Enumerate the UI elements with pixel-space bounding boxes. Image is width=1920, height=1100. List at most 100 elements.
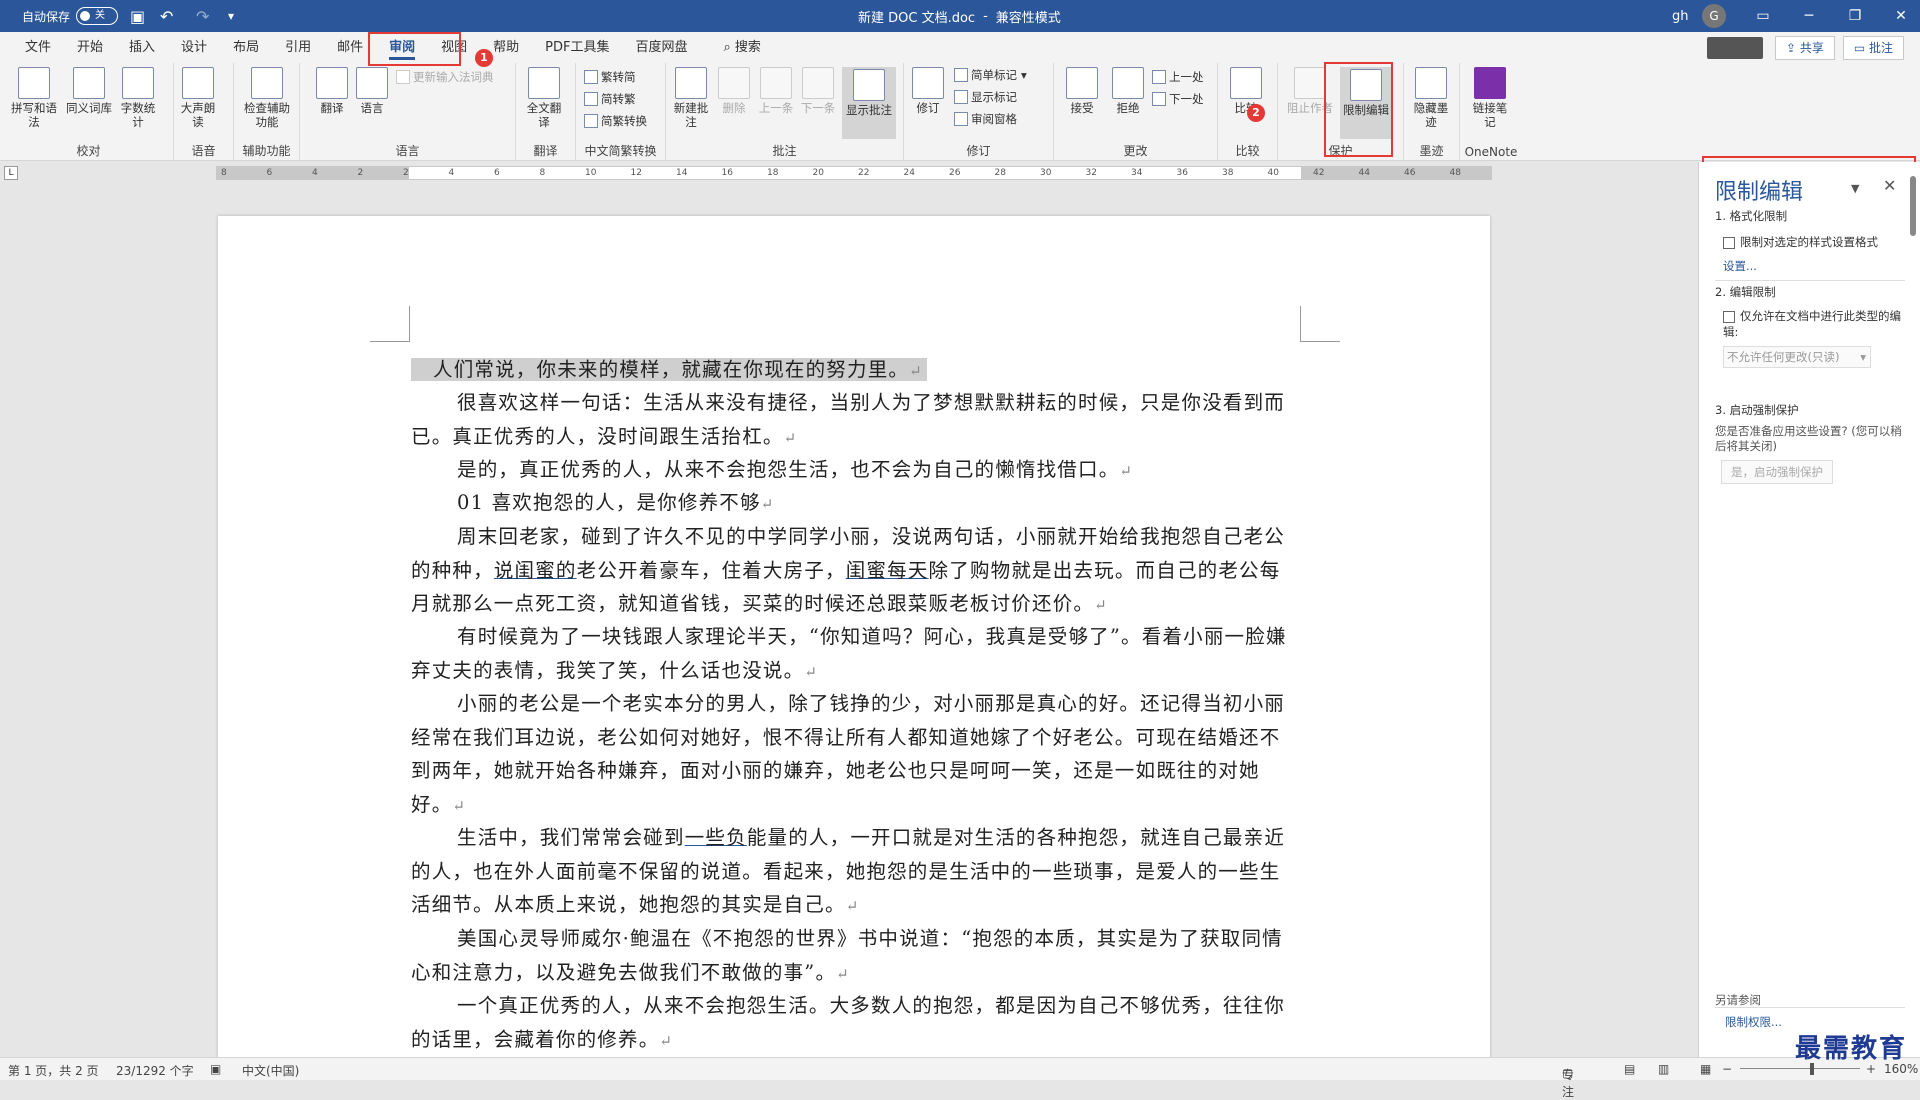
ribbon-display-icon[interactable]: ▭ [1740, 0, 1786, 32]
word-count[interactable]: 23/1292 个字 [116, 1062, 194, 1079]
avatar[interactable]: G [1702, 4, 1726, 28]
start-enforcement-button[interactable]: 是，启动强制保护 [1721, 460, 1833, 484]
proofing-icon[interactable]: ▣ [210, 1062, 221, 1076]
doc-paragraph[interactable]: 生活中，我们常常会碰到一些负能量的人，一开口就是对生活的各种抱怨，就连自己最亲近… [411, 821, 1301, 924]
settings-link[interactable]: 设置... [1723, 258, 1757, 274]
pane-close-icon[interactable]: ✕ [1883, 176, 1896, 195]
close-icon[interactable]: ✕ [1878, 0, 1920, 32]
tab-layout[interactable]: 布局 [220, 32, 272, 63]
thesaurus-button[interactable]: 同义词库 [66, 67, 112, 115]
paragraph-mark: ↵ [783, 428, 798, 447]
word-count-button[interactable]: 字数统计 [120, 67, 156, 129]
spelling-button[interactable]: 拼写和语法 [8, 67, 60, 129]
doc-paragraph[interactable]: 很喜欢这样一句话：生活从来没有捷径，当别人为了梦想默默耕耘的时候，只是你没看到而… [411, 386, 1301, 455]
full-translate-button[interactable]: 全文翻译 [522, 67, 566, 129]
doc-paragraph[interactable]: 人们常说，你未来的模样，就藏在你现在的努力里。↵ [411, 353, 1301, 389]
doc-heading[interactable]: 01 喜欢抱怨的人，是你修养不够↵ [411, 486, 1301, 522]
prev-comment-button[interactable]: 上一条 [756, 67, 796, 115]
web-layout-icon[interactable]: ▦ [1700, 1062, 1711, 1076]
reviewing-pane-button[interactable]: 审阅窗格 [954, 109, 1017, 129]
tab-design[interactable]: 设计 [168, 32, 220, 63]
redo-icon[interactable]: ↷ [196, 0, 209, 32]
section-formatting-restrictions: 1. 格式化限制 [1715, 209, 1788, 223]
doc-paragraph[interactable]: 美国心灵导师威尔·鲍温在《不抱怨的世界》书中说道：“抱怨的本质，其实是为了获取同… [411, 922, 1301, 991]
ruler-number: 6 [494, 168, 500, 178]
track-changes-button[interactable]: 修订 [910, 67, 946, 115]
save-icon[interactable]: ▣ [130, 0, 145, 32]
read-mode-icon[interactable]: ▤ [1624, 1062, 1635, 1076]
comments-button[interactable]: ▭ 批注 [1842, 35, 1904, 60]
prev-change-button[interactable]: 上一处 [1152, 67, 1204, 87]
group-label: 语音 [191, 144, 216, 158]
restore-icon[interactable]: ❐ [1832, 0, 1878, 32]
ruler-number: 10 [585, 168, 597, 178]
document-page[interactable]: 人们常说，你未来的模样，就藏在你现在的努力里。↵ 很喜欢这样一句话：生活从来没有… [218, 216, 1490, 1057]
tab-baidu-netdisk[interactable]: 百度网盘 [622, 32, 700, 63]
show-markup-button[interactable]: 显示标记 [954, 87, 1017, 107]
editing-restrict-checkbox[interactable]: 仅允许在文档中进行此类型的编辑: [1723, 308, 1903, 340]
trad-to-simp-button[interactable]: 繁转简 [584, 67, 636, 87]
zoom-out-icon[interactable]: − [1722, 1062, 1732, 1076]
tab-home[interactable]: 开始 [64, 32, 116, 63]
read-aloud-button[interactable]: 大声朗读 [180, 67, 216, 129]
undo-icon[interactable]: ↶ [160, 0, 173, 32]
format-restrict-checkbox[interactable]: 限制对选定的样式设置格式 [1723, 234, 1878, 250]
editing-type-select[interactable]: 不允许任何更改(只读) ▾ [1723, 346, 1871, 368]
doc-paragraph[interactable]: 是的，真正优秀的人，从来不会抱怨生活，也不会为自己的懒惰找借口。↵ [411, 453, 1301, 489]
customize-qat-icon[interactable]: ▾ [228, 0, 234, 32]
share-button[interactable]: ⇪ 共享 [1774, 35, 1835, 60]
show-markup-label: 显示标记 [971, 90, 1017, 104]
page-count[interactable]: 第 1 页，共 2 页 [8, 1062, 99, 1079]
divider [1715, 1007, 1905, 1008]
horizontal-ruler[interactable]: L 8 6 4 2 2 4 6 8 10 12 14 16 18 20 22 24 26 28 30 32 34 36 38… [0, 162, 1698, 184]
tab-insert[interactable]: 插入 [116, 32, 168, 63]
search-box[interactable]: ⌕ 搜索 [711, 32, 774, 63]
read-aloud-icon [182, 67, 214, 99]
tab-references[interactable]: 引用 [272, 32, 324, 63]
language-button[interactable]: 语言 [352, 67, 392, 115]
linked-notes-button[interactable]: 链接笔记 [1468, 67, 1512, 129]
hide-ink-button[interactable]: 隐藏墨迹 [1409, 67, 1453, 129]
show-comments-button[interactable]: 显示批注 [842, 67, 896, 139]
tab-pdf-tools[interactable]: PDF工具集 [532, 32, 622, 63]
pane-scrollbar[interactable] [1910, 176, 1916, 236]
conversion-button[interactable]: 简繁转换 [584, 111, 647, 131]
display-mode-icon[interactable] [1706, 36, 1763, 59]
search-icon: ⌕ [723, 40, 735, 55]
ruler-number: 44 [1358, 168, 1370, 178]
check-accessibility-label: 检查辅助功能 [244, 101, 290, 129]
language-status[interactable]: 中文(中国) [242, 1062, 299, 1079]
user-name[interactable]: gh [1672, 0, 1689, 32]
check-accessibility-button[interactable]: 检查辅助功能 [242, 67, 292, 129]
autosave[interactable]: 自动保存 关 [22, 0, 119, 32]
restrict-permission-link[interactable]: 限制权限... [1725, 1014, 1782, 1030]
tab-file[interactable]: 文件 [12, 32, 64, 63]
doc-paragraph[interactable]: 小丽的老公是一个老实本分的男人，除了钱挣的少，对小丽那是真心的好。还记得当初小丽… [411, 687, 1301, 823]
next-comment-button[interactable]: 下一条 [798, 67, 838, 115]
prev-comment-icon [760, 67, 792, 99]
document-area[interactable]: 人们常说，你未来的模样，就藏在你现在的努力里。↵ 很喜欢这样一句话：生活从来没有… [0, 184, 1698, 1057]
delete-comment-button[interactable]: 删除 [714, 67, 754, 115]
ruler-number: 8 [221, 168, 227, 178]
update-ime-button[interactable]: 更新输入法词典 [396, 67, 494, 87]
next-change-button[interactable]: 下一处 [1152, 89, 1204, 109]
new-comment-button[interactable]: 新建批注 [670, 67, 712, 129]
compat-mode: 兼容性模式 [995, 10, 1061, 26]
pane-options-icon[interactable]: ▼ [1851, 182, 1859, 195]
autosave-toggle[interactable]: 关 [76, 7, 119, 25]
doc-paragraph[interactable]: 有时候竟为了一块钱跟人家理论半天，“你知道吗？阿心，我真是受够了”。看着小丽一脸… [411, 620, 1301, 689]
minimize-icon[interactable]: ─ [1786, 0, 1832, 32]
doc-paragraph[interactable]: 周末回老家，碰到了许久不见的中学同学小丽，没说两句话，小丽就开始给我抱怨自己老公… [411, 520, 1301, 623]
print-layout-icon[interactable]: ▥ [1658, 1062, 1669, 1076]
delete-comment-label: 删除 [722, 101, 746, 115]
zoom-slider[interactable] [1740, 1068, 1860, 1069]
simple-markup-select[interactable]: 简单标记 ▾ [954, 65, 1027, 85]
new-comment-label: 新建批注 [673, 101, 709, 129]
tab-selector[interactable]: L [4, 166, 18, 180]
translate-button[interactable]: 翻译 [312, 67, 352, 115]
reject-button[interactable]: 拒绝 [1108, 67, 1148, 115]
doc-paragraph[interactable]: 一个真正优秀的人，从来不会抱怨生活。大多数人的抱怨，都是因为自己不够优秀，往往你… [411, 989, 1301, 1057]
ruler-number: 2 [403, 168, 409, 178]
simp-to-trad-button[interactable]: 简转繁 [584, 89, 636, 109]
accept-button[interactable]: 接受 [1062, 67, 1102, 115]
